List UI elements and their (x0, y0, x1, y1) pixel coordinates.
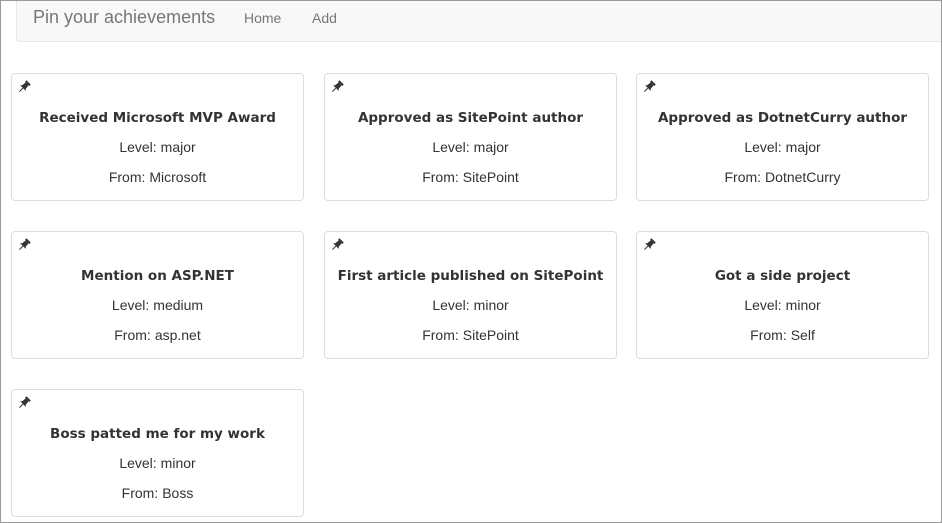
achievement-title: Mention on ASP.NET (81, 268, 234, 284)
from-value: SitePoint (462, 327, 519, 343)
level-value: minor (160, 455, 196, 471)
achievement-level: Level: major (325, 139, 616, 155)
level-label: Level: (432, 297, 470, 313)
level-value: major (160, 139, 196, 155)
achievement-card: First article published on SitePoint Lev… (324, 231, 617, 359)
achievement-title: Approved as DotnetCurry author (657, 110, 908, 126)
from-value: DotnetCurry (765, 169, 841, 185)
from-label: From: (750, 327, 787, 343)
from-label: From: (114, 327, 151, 343)
level-label: Level: (744, 139, 782, 155)
from-label: From: (422, 327, 459, 343)
achievement-title: Approved as SitePoint author (357, 110, 584, 126)
level-value: medium (153, 297, 204, 313)
achievement-level: Level: medium (12, 297, 303, 313)
brand[interactable]: Pin your achievements (33, 7, 215, 28)
achievement-from: From: Microsoft (12, 169, 303, 185)
achievement-card: Boss patted me for my work Level: minor F… (11, 389, 304, 517)
pushpin-icon[interactable] (330, 80, 344, 94)
achievement-level: Level: major (12, 139, 303, 155)
level-label: Level: (744, 297, 782, 313)
from-value: SitePoint (462, 169, 519, 185)
achievement-level: Level: minor (325, 297, 616, 313)
achievement-title: Boss patted me for my work (50, 426, 265, 442)
achievement-card: Approved as SitePoint author Level: major… (324, 73, 617, 201)
pushpin-icon[interactable] (17, 396, 31, 410)
achievement-from: From: SitePoint (325, 169, 616, 185)
navbar: Pin your achievements Home Add (16, 0, 942, 42)
achievement-level: Level: major (637, 139, 928, 155)
achievement-card: Approved as DotnetCurry author Level: maj… (636, 73, 929, 201)
from-value: asp.net (154, 327, 201, 343)
level-value: minor (785, 297, 821, 313)
level-label: Level: (111, 297, 150, 313)
nav-home-link[interactable]: Home (244, 10, 281, 26)
from-label: From: (121, 485, 159, 501)
achievement-level: Level: minor (637, 297, 928, 313)
nav-add-link[interactable]: Add (312, 10, 337, 26)
level-label: Level: (119, 139, 157, 155)
achievement-from: From: asp.net (12, 327, 303, 343)
achievement-from: From: DotnetCurry (637, 169, 928, 185)
achievement-title: Received Microsoft MVP Award (39, 110, 276, 126)
pushpin-icon[interactable] (642, 238, 656, 252)
achievement-from: From: SitePoint (325, 327, 616, 343)
achievement-level: Level: minor (12, 455, 303, 471)
achievement-title: Got a side project (714, 268, 851, 284)
from-label: From: (108, 169, 146, 185)
achievement-title: First article published on SitePoint (337, 268, 604, 284)
achievement-card: Mention on ASP.NET Level: medium From: asp… (11, 231, 304, 359)
pushpin-icon[interactable] (17, 80, 31, 94)
achievement-card: Got a side project Level: minor From: Self (636, 231, 929, 359)
achievement-from: From: Self (637, 327, 928, 343)
from-value: Boss (162, 485, 194, 501)
level-value: major (785, 139, 821, 155)
from-value: Self (790, 327, 815, 343)
level-value: major (473, 139, 509, 155)
level-label: Level: (432, 139, 470, 155)
pushpin-icon[interactable] (642, 80, 656, 94)
from-value: Microsoft (149, 169, 207, 185)
level-label: Level: (119, 455, 157, 471)
from-label: From: (422, 169, 459, 185)
from-label: From: (724, 169, 762, 185)
pushpin-icon[interactable] (330, 238, 344, 252)
achievement-card: Received Microsoft MVP Award Level: major… (11, 73, 304, 201)
level-value: minor (473, 297, 509, 313)
achievement-from: From: Boss (12, 485, 303, 501)
pushpin-icon[interactable] (17, 238, 31, 252)
